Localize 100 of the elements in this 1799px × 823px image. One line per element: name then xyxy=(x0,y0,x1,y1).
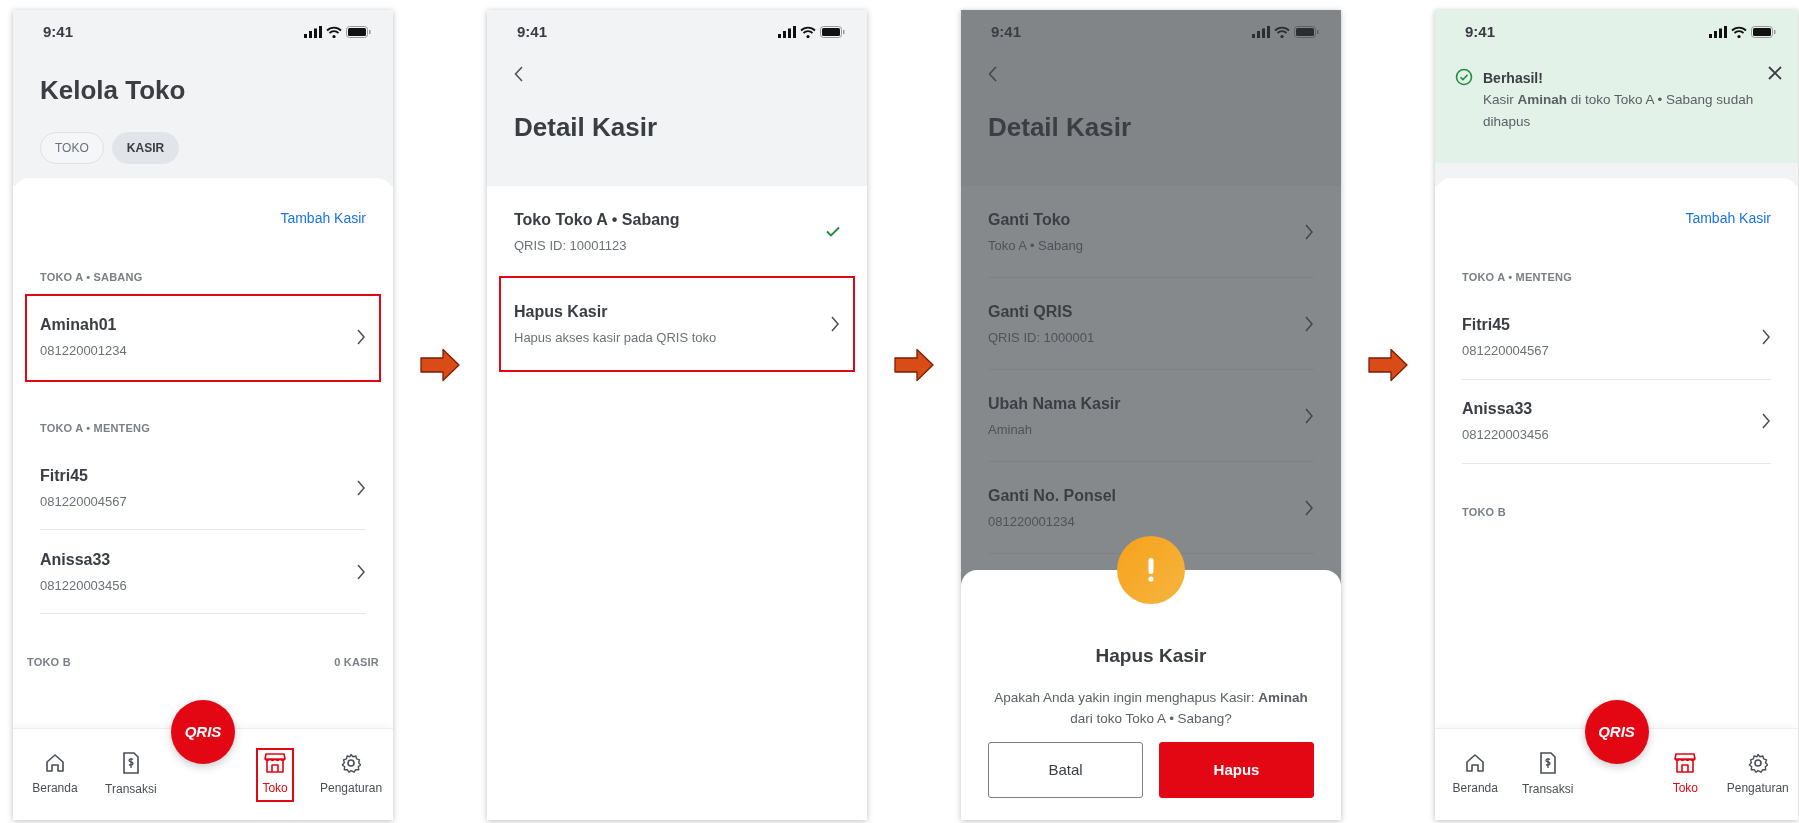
wifi-icon xyxy=(800,26,816,38)
cashier-name: Fitri45 xyxy=(1462,315,1511,336)
item-title: Ganti QRIS xyxy=(988,301,1074,322)
settings-icon xyxy=(341,752,362,773)
toast-message: Kasir Aminah di toko Toko A • Sabang sudah dihapus xyxy=(1483,91,1755,131)
page-title: Kelola Toko xyxy=(39,74,187,107)
cashier-phone: 081220001234 xyxy=(40,342,127,361)
chevron-right-icon xyxy=(356,329,366,345)
page-title: Detail Kasir xyxy=(987,111,1133,144)
cashier-phone: 081220003456 xyxy=(40,576,127,595)
signal-icon xyxy=(1252,26,1270,38)
cashier-phone: 081220004567 xyxy=(1462,342,1549,361)
item-subtitle: Hapus akses kasir pada QRIS toko xyxy=(514,328,717,347)
right-arrow-icon xyxy=(894,348,934,382)
receipt-icon xyxy=(1538,751,1557,774)
filter-tab[interactable]: TOKO xyxy=(40,132,104,164)
chevron-right-icon xyxy=(1304,407,1314,424)
chevron-right-icon xyxy=(1304,223,1314,240)
battery-icon xyxy=(346,26,371,38)
right-arrow-icon xyxy=(1368,348,1408,382)
nav-tab[interactable]: Toko xyxy=(258,749,292,800)
item-subtitle: Aminah xyxy=(988,420,1034,439)
battery-icon xyxy=(1751,26,1776,38)
group-header: TOKO A • SABANG xyxy=(40,270,143,285)
receipt-icon xyxy=(121,751,140,774)
group-header: TOKO B xyxy=(27,655,71,670)
item-subtitle: QRIS ID: 10001123 xyxy=(514,236,628,255)
signal-icon xyxy=(778,26,796,38)
cancel-button[interactable]: Batal xyxy=(988,742,1143,798)
cashier-name: Aminah01 xyxy=(40,315,118,336)
chevron-right-icon xyxy=(356,479,366,496)
status-time: 9:41 xyxy=(43,21,74,42)
item-title: Ubah Nama Kasir xyxy=(988,393,1121,414)
cashier-list-item[interactable]: Anissa33 081220003456 xyxy=(1462,379,1771,464)
item-title: Hapus Kasir xyxy=(514,301,609,322)
dialog-title: Hapus Kasir xyxy=(1095,644,1207,668)
group-header: TOKO B xyxy=(1462,504,1506,520)
status-time: 9:41 xyxy=(517,21,548,42)
back-icon xyxy=(514,66,523,82)
nav-tab[interactable]: Transaksi xyxy=(1517,748,1578,801)
add-cashier-link[interactable]: Tambah Kasir xyxy=(280,208,366,229)
cashier-phone: 081220004567 xyxy=(40,492,127,511)
cashier-name: Fitri45 xyxy=(40,465,89,486)
group-header: TOKO A • MENTENG xyxy=(1462,270,1572,285)
status-time: 9:41 xyxy=(1465,21,1496,42)
cashier-list-item[interactable]: Anissa33 081220003456 xyxy=(40,530,366,614)
cashier-list-item[interactable]: Fitri45 081220004567 xyxy=(40,446,366,530)
chevron-right-icon xyxy=(1761,329,1771,345)
back-button[interactable] xyxy=(514,66,526,82)
group-header: TOKO A • MENTENG xyxy=(40,420,150,436)
item-subtitle: QRIS ID: 1000001 xyxy=(988,328,1095,347)
item-title: Ganti No. Ponsel xyxy=(988,485,1116,506)
chevron-right-icon xyxy=(1304,315,1314,332)
store-icon xyxy=(1674,752,1697,773)
toast-title: Berhasil! xyxy=(1483,69,1544,88)
battery-icon xyxy=(1294,26,1319,38)
checkmark-icon xyxy=(826,226,840,237)
home-icon xyxy=(44,752,65,773)
settings-list-item[interactable]: Toko Toko A • Sabang QRIS ID: 10001123 xyxy=(514,186,840,278)
chevron-right-icon xyxy=(356,563,366,580)
chevron-right-icon xyxy=(830,315,840,332)
settings-list-item[interactable]: Hapus Kasir Hapus akses kasir pada QRIS toko xyxy=(501,278,853,370)
battery-icon xyxy=(820,26,845,38)
wifi-icon xyxy=(1274,26,1290,38)
nav-tab[interactable]: Pengaturan xyxy=(316,749,387,800)
item-subtitle: 081220001234 xyxy=(988,512,1076,531)
store-icon xyxy=(264,752,287,773)
item-subtitle: Toko A • Sabang xyxy=(988,236,1083,255)
confirm-button[interactable]: Hapus xyxy=(1159,742,1314,798)
page-title: Detail Kasir xyxy=(513,111,659,144)
wifi-icon xyxy=(326,26,342,38)
chevron-right-icon xyxy=(1304,499,1314,516)
item-title: Ganti Toko xyxy=(988,209,1072,230)
cashier-list-item[interactable]: Fitri45 081220004567 xyxy=(1462,295,1771,380)
chevron-right-icon xyxy=(1761,413,1771,429)
cashier-name: Anissa33 xyxy=(1462,399,1534,420)
status-time: 9:41 xyxy=(991,21,1022,42)
nav-tab[interactable]: Pengaturan xyxy=(1722,749,1793,800)
close-button[interactable] xyxy=(1768,64,1782,82)
filter-tab[interactable]: KASIR xyxy=(111,132,180,164)
home-icon xyxy=(1465,752,1486,773)
signal-icon xyxy=(1709,26,1727,38)
back-icon xyxy=(988,66,997,82)
nav-tab[interactable]: Beranda xyxy=(28,749,82,800)
dialog-message: Apakah Anda yakin ingin menghapus Kasir: Aminah dari toko Toko A • Sabang? xyxy=(993,688,1309,729)
add-cashier-link[interactable]: Tambah Kasir xyxy=(1685,208,1771,229)
nav-tab[interactable]: Transaksi xyxy=(101,748,161,801)
cashier-list-item[interactable]: Aminah01 081220001234 xyxy=(27,295,379,380)
check-circle-icon xyxy=(1455,68,1473,86)
nav-tab[interactable]: Toko xyxy=(1668,749,1702,800)
cashier-phone: 081220003456 xyxy=(1462,426,1549,445)
wifi-icon xyxy=(1731,26,1747,38)
nav-tab[interactable]: Beranda xyxy=(1448,749,1502,800)
signal-icon xyxy=(304,26,322,38)
close-icon xyxy=(1768,66,1782,80)
settings-icon xyxy=(1747,752,1768,773)
cashier-name: Anissa33 xyxy=(40,549,112,570)
item-title: Toko Toko A • Sabang xyxy=(514,209,680,230)
exclamation-icon xyxy=(1148,558,1154,582)
right-arrow-icon xyxy=(420,348,460,382)
